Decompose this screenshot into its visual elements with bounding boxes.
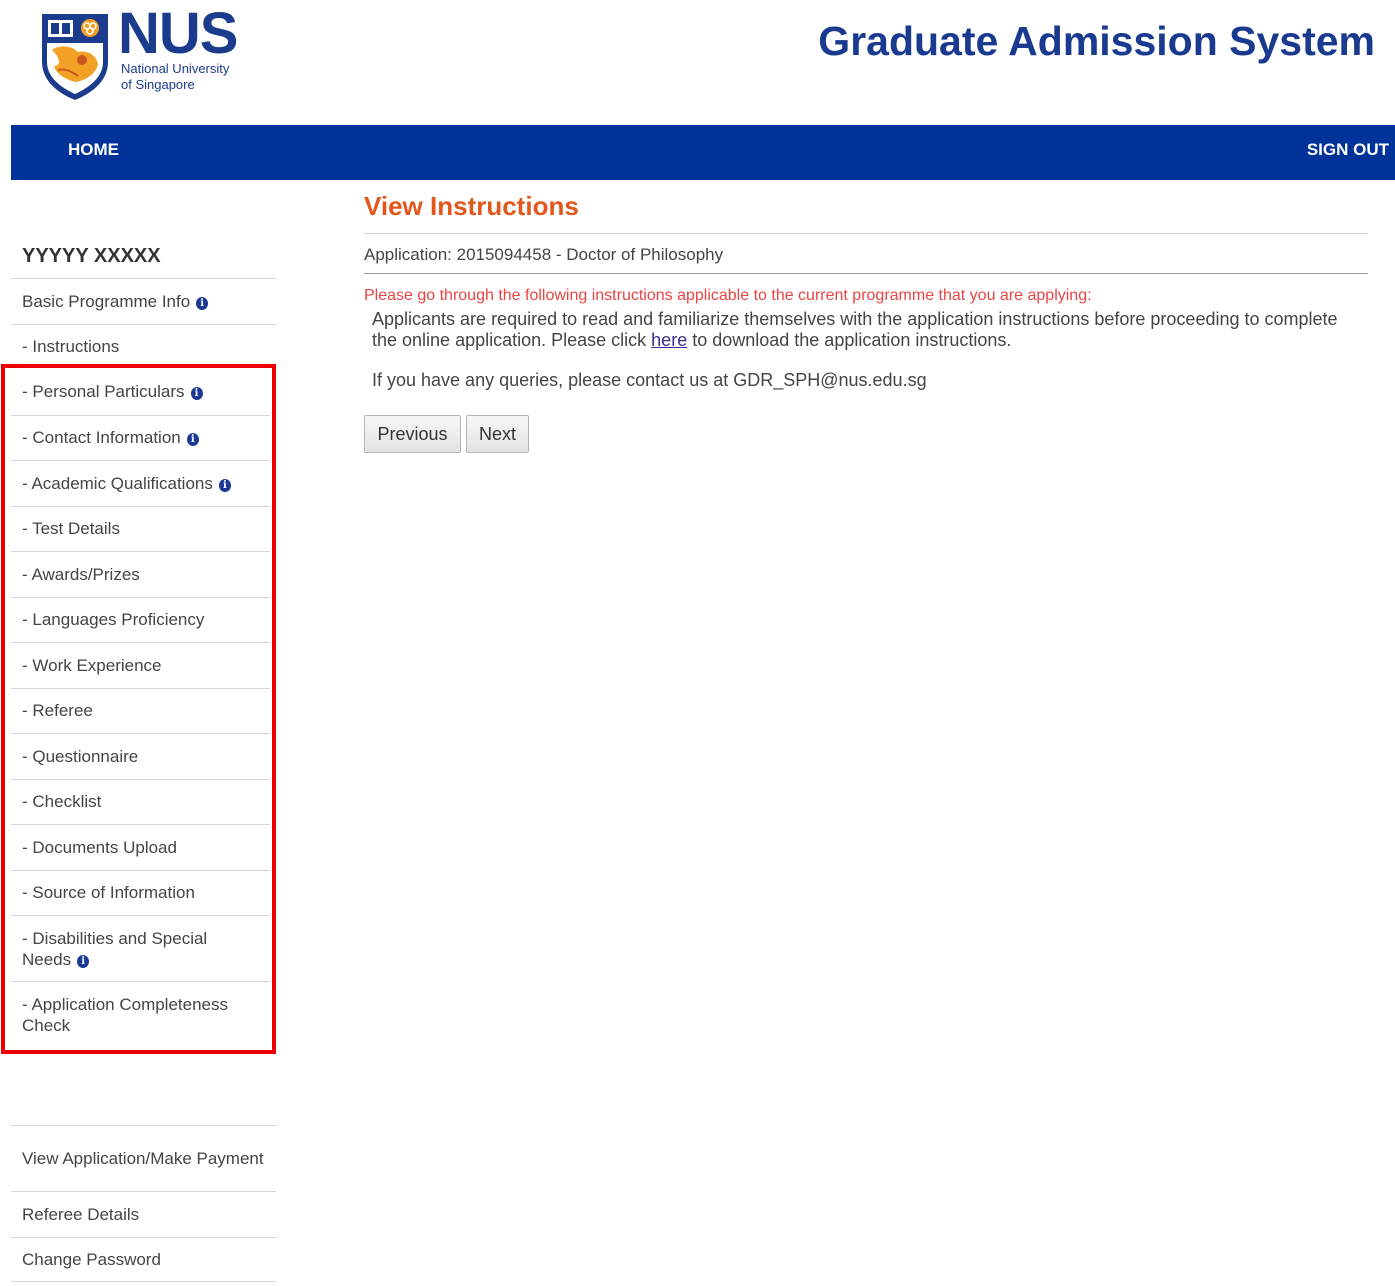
sidebar-item[interactable]: Basic Programme Info i: [11, 278, 276, 324]
sidebar-section-item[interactable]: - Questionnaire: [11, 733, 270, 779]
download-instructions-link[interactable]: here: [651, 330, 687, 350]
sidebar-section-item-label: - Academic Qualifications i: [22, 473, 231, 494]
logo-subtitle-line2: of Singapore: [121, 77, 195, 92]
sidebar-section-item-label: - Referee: [22, 701, 93, 721]
nus-logo[interactable]: NUS National University of Singapore: [38, 2, 248, 104]
sidebar-section-item[interactable]: - Awards/Prizes: [11, 551, 270, 597]
sidebar-application-sections: - Personal Particulars i - Contact Informa…: [11, 369, 270, 1047]
info-circle-icon[interactable]: i: [186, 433, 199, 447]
instructions-text-after: to download the application instructions…: [687, 330, 1012, 350]
logo-subtitle-line1: National University: [121, 61, 230, 76]
sidebar-account-item[interactable]: Referee Details: [11, 1191, 276, 1237]
sidebar-section-item-label: - Checklist: [22, 792, 102, 812]
info-circle-icon[interactable]: i: [196, 296, 209, 310]
sidebar-section-item-label: - Disabilities and Special Needs i: [22, 928, 208, 969]
top-nav-bar: HOME SIGN OUT: [11, 125, 1395, 180]
sidebar-account-item[interactable]: View Application/Make Payment: [11, 1125, 276, 1191]
nav-home-link[interactable]: HOME: [68, 125, 119, 175]
sidebar-item-label: Basic Programme Info i: [22, 291, 209, 312]
nus-crest-icon: [42, 14, 108, 100]
page-title: View Instructions: [364, 191, 579, 221]
sidebar-section-item[interactable]: - Checklist: [11, 778, 270, 825]
nav-sign-out-link[interactable]: SIGN OUT: [1307, 125, 1389, 175]
sidebar-section-item-label: - Personal Particulars i: [22, 381, 203, 402]
sidebar-section-item-label: - Application Completeness Check: [22, 994, 229, 1035]
sidebar-account-item[interactable]: Change Password: [11, 1236, 276, 1282]
info-circle-icon[interactable]: i: [77, 954, 90, 968]
info-circle-icon[interactable]: i: [190, 387, 203, 401]
divider: [364, 273, 1368, 274]
sidebar-account-item-label: Change Password: [22, 1249, 161, 1269]
sidebar-section-item[interactable]: - Application Completeness Check: [11, 981, 270, 1047]
user-name: YYYYY XXXXX: [22, 245, 161, 267]
info-circle-icon[interactable]: i: [218, 478, 231, 492]
sidebar-section-item[interactable]: - Source of Information: [11, 869, 270, 916]
application-info: Application: 2015094458 - Doctor of Phil…: [364, 245, 724, 264]
sidebar-section-item-label: - Languages Proficiency: [22, 610, 205, 630]
sidebar-section-item-label: - Source of Information: [22, 883, 195, 903]
contact-text: If you have any queries, please contact …: [372, 370, 927, 390]
sidebar-bottom-menu: View Application/Make Payment Referee Det…: [11, 1125, 276, 1282]
sidebar-section-item[interactable]: - Contact Information i: [11, 414, 270, 461]
next-button[interactable]: Next: [466, 415, 529, 453]
sidebar-section-item[interactable]: - Personal Particulars i: [11, 369, 270, 415]
previous-button[interactable]: Previous: [364, 415, 461, 453]
instructions-text: Applicants are required to read and fami…: [372, 309, 1362, 351]
sidebar-account-item-label: Referee Details: [22, 1204, 140, 1224]
sidebar-top-menu: Basic Programme Info i - Instructions: [11, 278, 276, 369]
sidebar-section-item-label: - Questionnaire: [22, 746, 139, 766]
sidebar-section-item[interactable]: - Disabilities and Special Needs i: [11, 915, 270, 981]
site-title: Graduate Admission System: [818, 18, 1375, 64]
sidebar-section-item-label: - Contact Information i: [22, 427, 199, 448]
sidebar-section-item[interactable]: - Test Details: [11, 505, 270, 552]
sidebar-section-item[interactable]: - Documents Upload: [11, 824, 270, 870]
sidebar-section-item-label: - Documents Upload: [22, 837, 177, 857]
divider: [364, 233, 1368, 234]
sidebar-section-item[interactable]: - Referee: [11, 687, 270, 734]
sidebar-section-item-label: - Test Details: [22, 519, 120, 539]
sidebar-section-item-label: - Awards/Prizes: [22, 564, 140, 584]
sidebar-section-item-label: - Work Experience: [22, 655, 162, 675]
sidebar-section-item[interactable]: - Academic Qualifications i: [11, 460, 270, 506]
logo-wordmark: NUS: [118, 1, 238, 66]
sidebar-account-item-label: View Application/Make Payment: [22, 1149, 264, 1168]
sidebar-section-item[interactable]: - Languages Proficiency: [11, 596, 270, 643]
instructions-notice: Please go through the following instruct…: [364, 287, 1092, 304]
sidebar-section-item[interactable]: - Work Experience: [11, 642, 270, 688]
sidebar-item[interactable]: - Instructions: [11, 323, 276, 370]
sidebar-item-label: - Instructions: [22, 337, 120, 357]
